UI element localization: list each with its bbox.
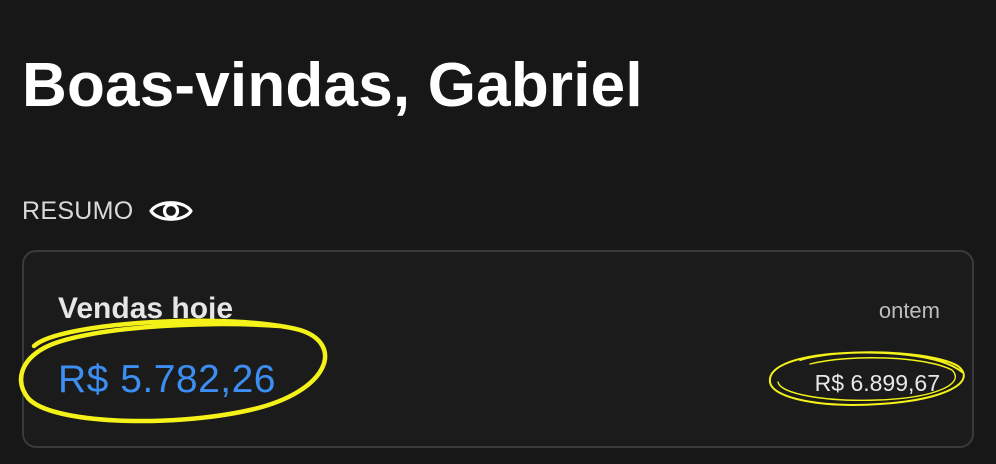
today-sales-value: R$ 5.782,26	[58, 358, 277, 401]
eye-icon[interactable]	[148, 192, 194, 230]
page-title: Boas-vindas, Gabriel	[22, 51, 643, 120]
summary-label: RESUMO	[22, 196, 134, 225]
summary-header: RESUMO	[22, 192, 194, 230]
sales-card-title: Vendas hoje	[58, 292, 234, 325]
yesterday-sales-value: R$ 6.899,67	[814, 370, 940, 396]
sales-card[interactable]: Vendas hoje ontem R$ 5.782,26 R$ 6.899,6…	[22, 250, 974, 448]
dashboard-page: Boas-vindas, Gabriel RESUMO Vendas hoje …	[0, 0, 996, 464]
yesterday-label: ontem	[878, 298, 940, 323]
